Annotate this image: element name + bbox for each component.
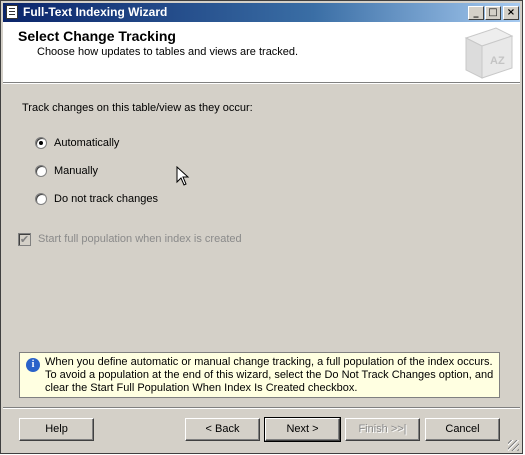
wizard-header: Select Change Tracking Choose how update…	[3, 22, 520, 83]
finish-button[interactable]: Finish >>|	[345, 418, 420, 441]
start-population-label: Start full population when index is crea…	[38, 233, 242, 245]
info-icon: i	[26, 358, 40, 372]
start-population-checkbox[interactable]: ✔	[18, 233, 31, 246]
close-button[interactable]: ×	[503, 6, 519, 20]
help-button[interactable]: Help	[19, 418, 94, 441]
minimize-button[interactable]: _	[468, 6, 484, 20]
radio-automatically-label[interactable]: Automatically	[54, 137, 119, 149]
info-panel: i When you define automatic or manual ch…	[19, 352, 500, 398]
footer-divider	[3, 407, 520, 409]
page-subtitle: Choose how updates to tables and views a…	[37, 46, 299, 58]
radio-automatically-button[interactable]	[35, 137, 47, 149]
radio-manually-label[interactable]: Manually	[54, 165, 98, 177]
info-text: When you define automatic or manual chan…	[45, 356, 494, 394]
book-az-icon: AZ	[464, 27, 514, 79]
window-title: Full-Text Indexing Wizard	[23, 5, 168, 19]
mouse-pointer-icon	[176, 166, 190, 186]
wizard-app-icon	[6, 5, 18, 19]
book-art-label: AZ	[490, 55, 505, 67]
radio-do-not-track-label[interactable]: Do not track changes	[54, 193, 158, 205]
maximize-button[interactable]: □	[485, 6, 501, 20]
resize-grip-icon[interactable]	[508, 440, 519, 451]
title-bar[interactable]: Full-Text Indexing Wizard _ □ ×	[3, 3, 520, 22]
radio-manually-button[interactable]	[35, 165, 47, 177]
radio-do-not-track-button[interactable]	[35, 193, 47, 205]
back-button[interactable]: < Back	[185, 418, 260, 441]
tracking-prompt: Track changes on this table/view as they…	[22, 102, 253, 114]
wizard-window: Full-Text Indexing Wizard _ □ × Select C…	[0, 0, 523, 454]
cancel-button[interactable]: Cancel	[425, 418, 500, 441]
header-divider	[3, 83, 520, 84]
page-title: Select Change Tracking	[18, 28, 176, 44]
next-button[interactable]: Next >	[264, 417, 341, 442]
